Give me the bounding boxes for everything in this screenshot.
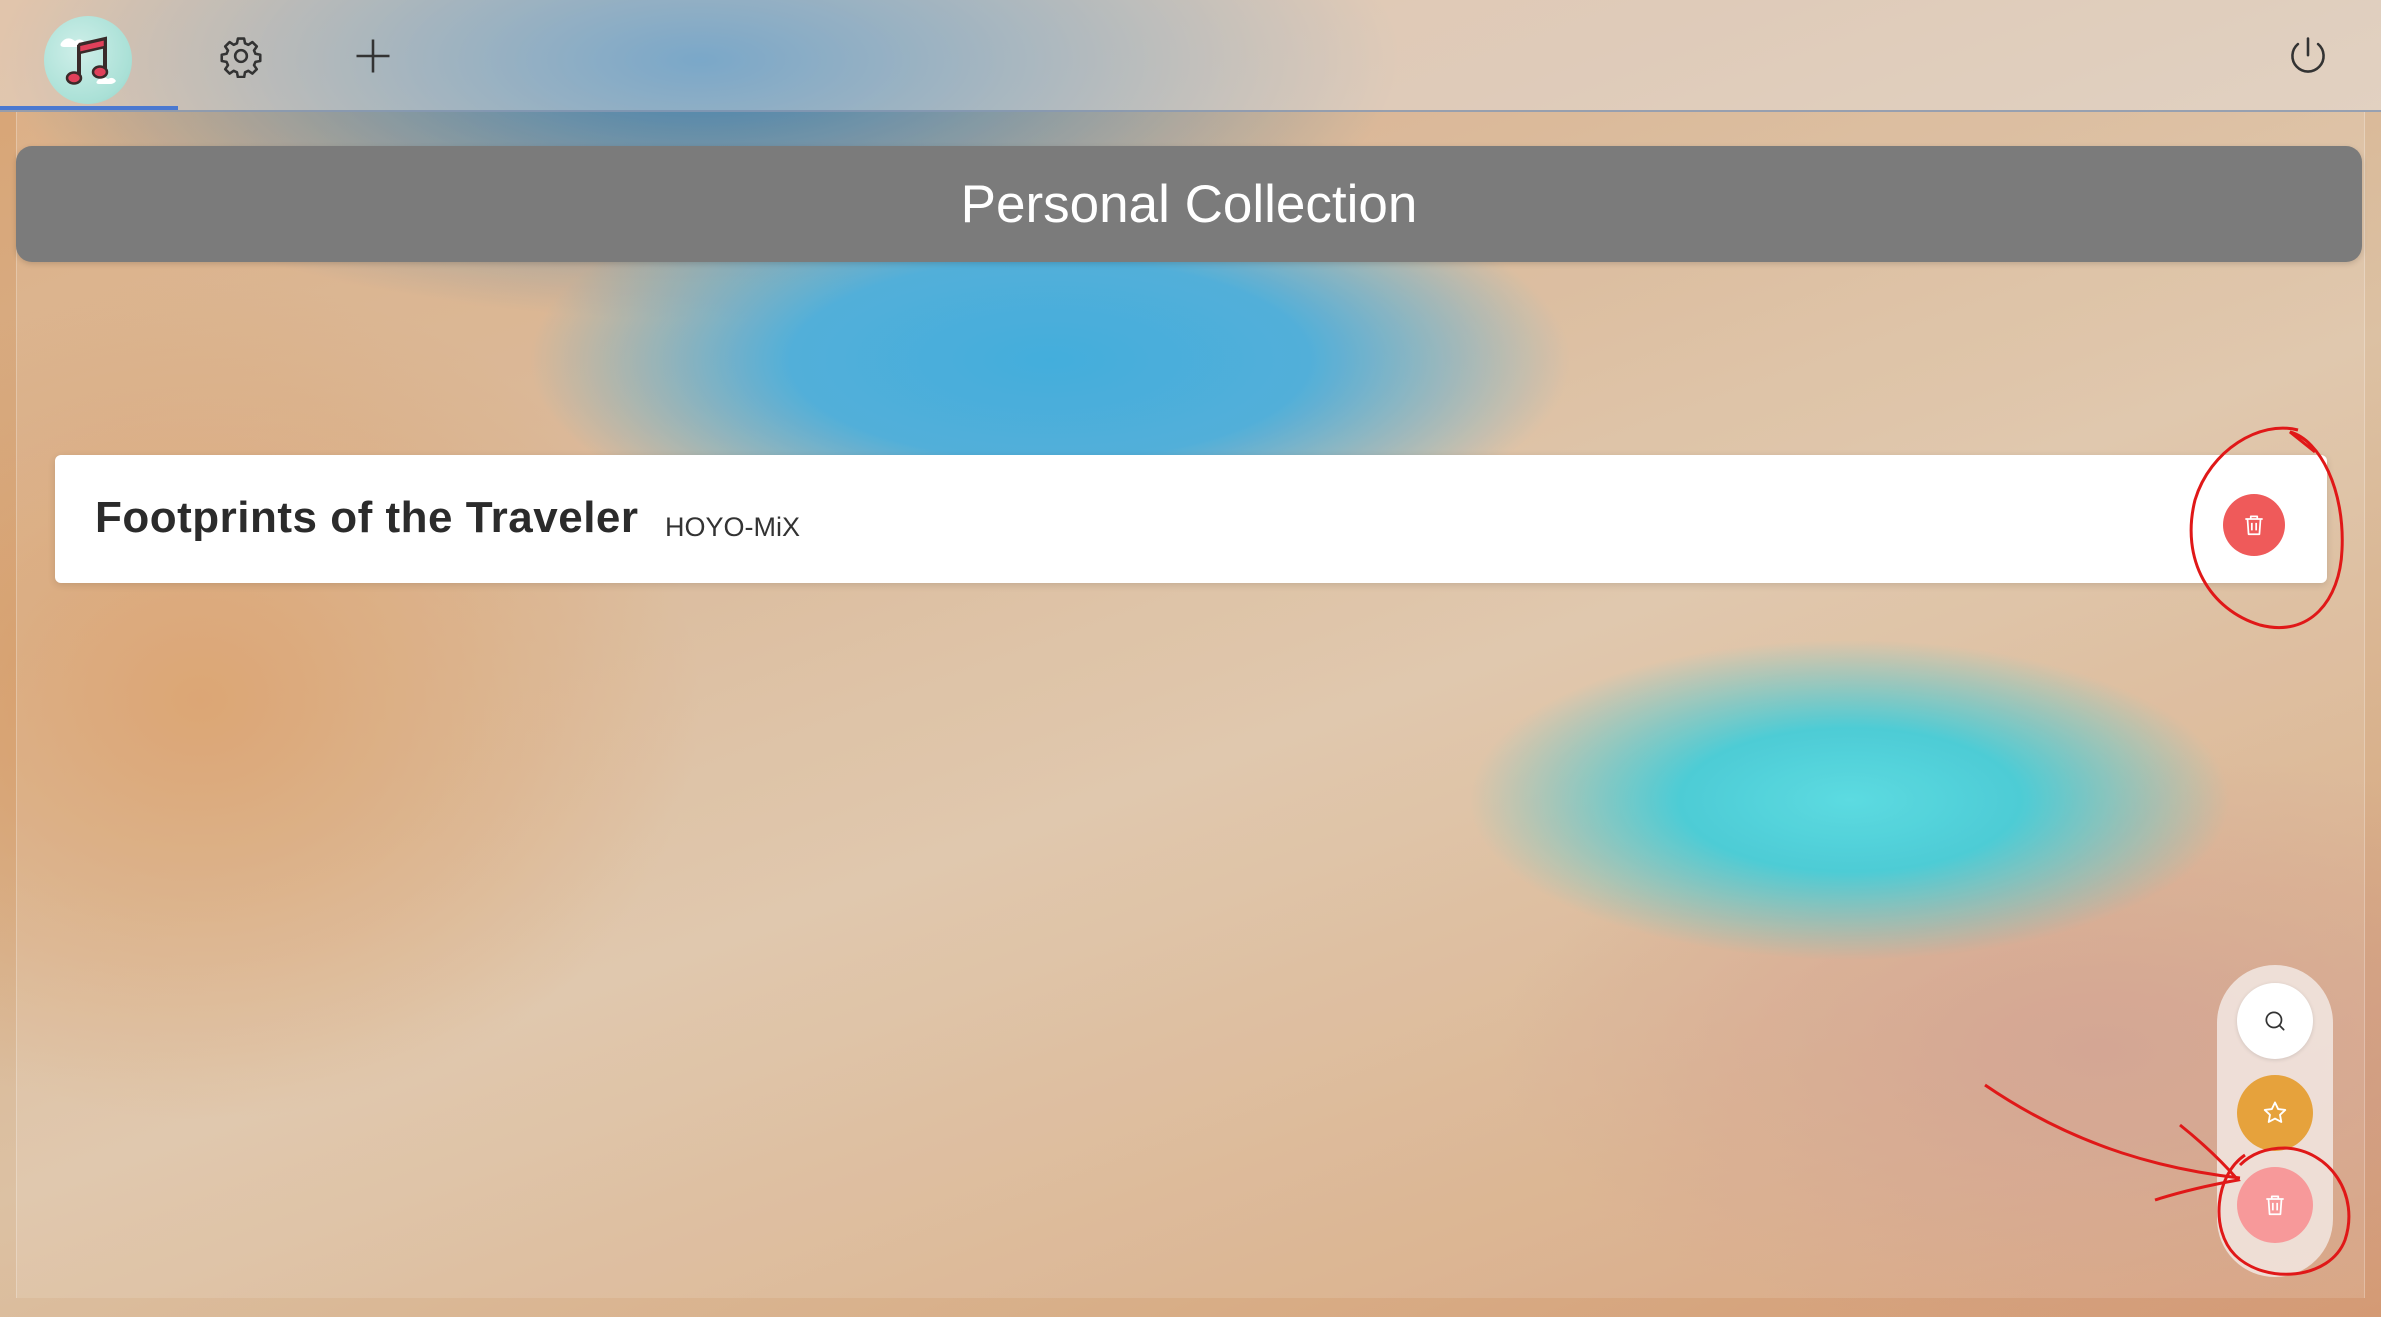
trash-icon [2245, 515, 2263, 536]
trash-icon [2266, 1195, 2284, 1216]
star-icon [2263, 1101, 2287, 1123]
song-artist: HOYO-MiX [665, 512, 800, 542]
gear-icon[interactable] [201, 16, 281, 96]
power-icon[interactable] [2268, 16, 2348, 96]
delete-button[interactable] [2237, 1167, 2313, 1243]
favorite-button[interactable] [2237, 1075, 2313, 1151]
search-icon [2265, 1011, 2285, 1031]
collection-header: Personal Collection [16, 146, 2362, 262]
search-button[interactable] [2237, 983, 2313, 1059]
music-note-icon[interactable] [44, 16, 132, 104]
main-panel [16, 112, 2365, 1298]
plus-icon[interactable] [333, 16, 413, 96]
page-title: Personal Collection [960, 174, 1418, 234]
delete-song-button[interactable] [2223, 494, 2285, 556]
active-tab-indicator [0, 106, 178, 110]
list-item[interactable]: Footprints of the Traveler HOYO-MiX [55, 455, 2327, 583]
song-title: Footprints of the Traveler [95, 493, 639, 542]
